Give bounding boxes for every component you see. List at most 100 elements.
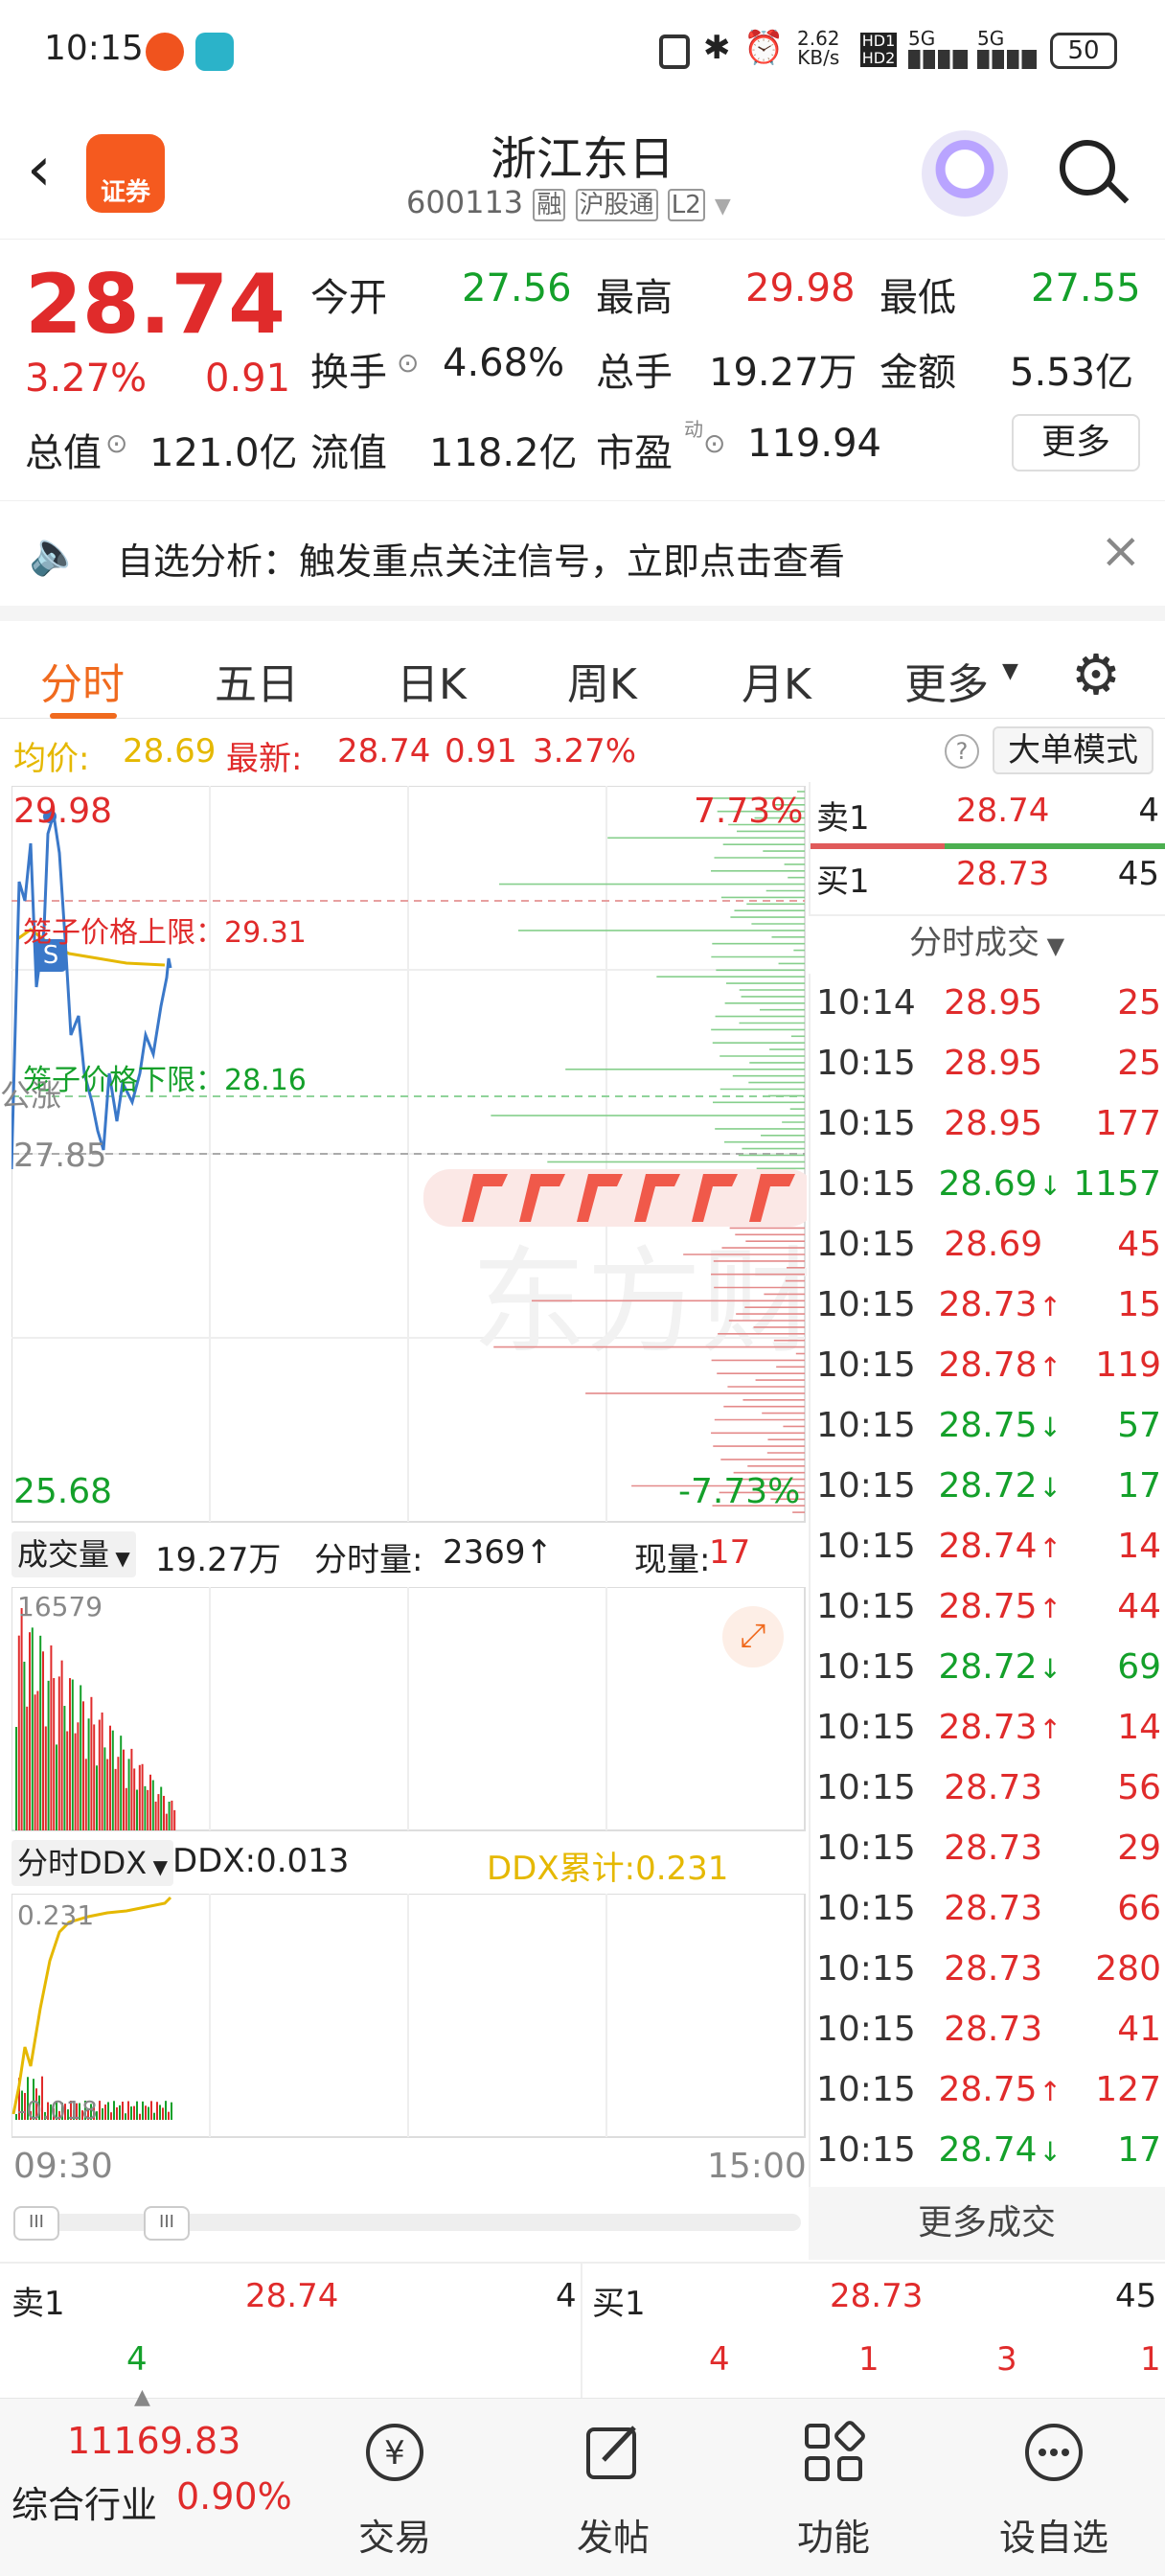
more-trades-button[interactable]: 更多成交 [809,2187,1165,2260]
volume-bar [34,1694,36,1830]
trade-volume: 127 [1095,2070,1161,2109]
amount-value: 5.53亿 [1010,351,1134,395]
nav-post[interactable]: 发帖 [517,2401,709,2573]
volume-bar [109,1725,111,1830]
volume-bar [69,1678,71,1830]
app-notification-icon [146,33,184,71]
trade-price: 28.75↑ [938,2070,1062,2109]
robot-assistant-icon[interactable] [922,130,1008,217]
trade-time: 10:15 [816,1828,916,1868]
gear-icon[interactable]: ⚙ [1071,642,1121,707]
trade-row: 10:15 28.72↓ 69 [811,1638,1165,1698]
info-icon[interactable]: ⊙ [397,347,419,379]
info-icon[interactable]: ⊙ [703,427,725,459]
tab-day-k[interactable]: 日K [397,650,467,711]
trade-volume: 17 [1117,2130,1161,2170]
trade-price: 28.75↑ [938,1587,1062,1626]
trade-price: 28.72↓ [938,1647,1062,1687]
trade-price: 28.73 [944,1768,1043,1807]
help-icon[interactable]: ? [945,734,979,769]
signal-banner[interactable]: 🔈 自选分析：触发重点关注信号，立即点击查看 × [0,500,1165,606]
trade-row: 10:15 28.73 41 [811,2000,1165,2060]
trade-volume: 280 [1095,1949,1161,1989]
volume-selector[interactable]: 成交量 ▼ [11,1531,136,1577]
trade-price: 28.73 [944,1889,1043,1928]
net-speed: 2.62 KB/s [797,27,840,69]
volume-bar [160,1786,163,1830]
trade-price: 28.95 [944,1104,1043,1143]
stock-code-row[interactable]: 600113 融 沪股通 L2 ▼ [406,184,731,226]
ddx-max-label: 0.231 [17,1899,95,1931]
volume-bar [117,1757,120,1830]
nav-functions[interactable]: 功能 [738,2401,929,2573]
volume-bar [149,1774,151,1830]
ddx-bar [148,2106,149,2120]
close-icon[interactable]: × [1100,522,1142,580]
speaker-icon: 🔈 [29,529,81,578]
volume-bar [29,1632,31,1830]
arrow-down-icon: ↓ [1039,1653,1062,1685]
volume-bar [123,1749,125,1830]
volume-bar [80,1685,82,1830]
trade-row: 10:15 28.95 25 [811,1034,1165,1094]
amount-label: 金额 [879,351,956,395]
period-tabs: 分时 五日 日K 周K 月K 更多 ▼ ⚙ [0,606,1165,719]
volume-bar [23,1661,26,1830]
tape-title[interactable]: 分时成交 ▼ [809,916,1165,970]
ddx-selector[interactable]: 分时DDX ▼ [11,1840,173,1886]
nav-functions-label: 功能 [796,2517,870,2559]
bottom-buy-queue-3: 3 [996,2340,1017,2379]
y-bottom-label: 25.68 [13,1472,113,1511]
scroll-handle-left[interactable]: III [13,2206,59,2241]
expand-icon[interactable]: ⤢ [722,1606,784,1668]
volume-bar [111,1730,114,1830]
volume-chart[interactable] [11,1587,807,1832]
volume-bar [44,1726,47,1830]
low-label: 最低 [879,276,956,320]
trade-row: 10:15 28.78↑ 119 [811,1336,1165,1396]
tab-fenshi[interactable]: 分时 [40,650,125,711]
low-value: 27.55 [1031,266,1141,310]
chevron-up-icon[interactable]: ▲ [134,2385,150,2409]
nav-trade[interactable]: ¥ 交易 [299,2401,491,2573]
info-icon[interactable]: ⊙ [105,427,127,459]
arrow-down-icon: ↓ [1039,1170,1062,1202]
scroll-handle-right[interactable]: III [144,2206,190,2241]
index-value[interactable]: 11169.83 [67,2420,240,2462]
fenshi-volume-value: 2369↑ [443,1533,554,1572]
volume-bar [151,1780,154,1830]
tab-week-k[interactable]: 周K [567,650,637,711]
price-chart[interactable]: 东方财富 S [11,786,807,1524]
search-icon[interactable] [1060,140,1115,196]
time-scrollbar[interactable] [13,2214,801,2231]
index-pct[interactable]: 0.90% [176,2475,292,2518]
buy1-price: 28.73 [956,855,1050,893]
nav-post-label: 发帖 [576,2517,650,2559]
more-button[interactable]: 更多 [1012,414,1140,472]
nav-trade-label: 交易 [357,2517,431,2559]
ddx-bar [113,2101,115,2120]
volume-bar [106,1759,109,1830]
big-order-mode-button[interactable]: 大单模式 [993,726,1154,774]
trade-volume: 41 [1117,2010,1161,2049]
ddx-chart[interactable] [11,1894,807,2139]
index-name[interactable]: 综合行业 [11,2475,157,2528]
volume-bar [53,1678,56,1830]
pe-value: 119.94 [747,422,881,466]
ddx-bar [99,2101,101,2120]
trade-volume: 17 [1117,1466,1161,1506]
chart-info-line: 均价: 28.69 最新: 28.74 0.91 3.27% ? 大单模式 [0,724,1165,778]
nav-add-watchlist[interactable]: 设自选 [958,2401,1150,2573]
trade-volume: 119 [1095,1346,1161,1385]
trade-time: 10:15 [816,2130,916,2170]
tag-margin: 融 [533,189,566,221]
bottom-order-book: 卖1 28.74 4 4 买1 28.73 45 4 1 3 1 [0,2262,1165,2398]
hd-badge: HD1 HD2 [860,32,897,67]
trade-time: 10:15 [816,1708,916,1747]
ddx-bar [150,2101,152,2120]
tab-five-day[interactable]: 五日 [215,650,299,711]
tab-month-k[interactable]: 月K [742,650,811,711]
now-volume-value: 17 [709,1533,751,1572]
trade-row: 10:15 28.73 29 [811,1819,1165,1879]
tab-more[interactable]: 更多 [904,650,989,711]
